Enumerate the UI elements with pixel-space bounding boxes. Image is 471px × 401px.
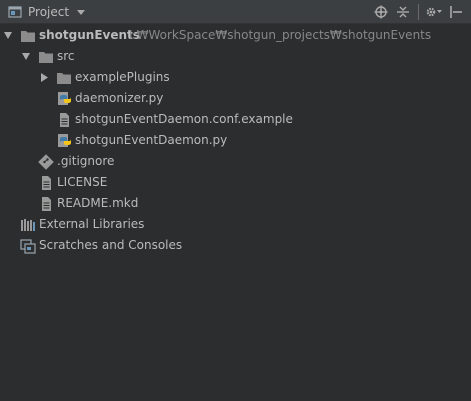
text-file-icon [42,176,51,190]
tree-row-conf-example[interactable]: shotgunEventDaemon.conf.example [0,109,471,130]
toolbar-separator [418,4,419,20]
expand-arrow-icon[interactable] [3,25,13,46]
toolbar-actions [368,3,465,21]
gitignore-icon [38,154,54,170]
project-toolbar: Project [0,0,471,24]
collapsed-arrow-icon[interactable] [39,67,49,88]
text-file-icon [42,197,51,211]
settings-gear-icon [426,7,442,17]
collapse-all-button[interactable] [394,3,412,21]
tree-row-scratches[interactable]: Scratches and Consoles [0,235,471,256]
python-file-icon [58,134,71,147]
collapse-all-icon [397,6,409,18]
project-view-icon [8,6,22,18]
project-tree: shotgunEvents I:₩WorkSpace₩shotgun_proje… [0,25,471,256]
project-view-selector[interactable]: Project [8,4,86,20]
tree-row-gitignore[interactable]: .gitignore [0,151,471,172]
python-file-icon [58,92,71,105]
tree-label: LICENSE [57,175,108,189]
tree-row-daemon-py[interactable]: shotgunEventDaemon.py [0,130,471,151]
tree-row-root[interactable]: shotgunEvents I:₩WorkSpace₩shotgun_proje… [0,25,471,46]
tree-label: examplePlugins [75,70,170,84]
tree-row-readme[interactable]: README.mkd [0,193,471,214]
dropdown-caret-icon[interactable] [77,9,86,15]
tree-label: src [57,49,75,63]
tree-label: External Libraries [39,217,145,231]
tree-label: daemonizer.py [75,91,164,105]
expand-arrow-icon[interactable] [21,46,31,67]
hide-panel-button[interactable] [447,3,465,21]
tree-label: Scratches and Consoles [39,238,183,252]
tree-label: shotgunEventDaemon.py [75,133,228,147]
folder-icon [21,31,35,42]
tree-row-external-libraries[interactable]: External Libraries [0,214,471,235]
text-file-icon [60,113,69,127]
tree-row-daemonizer[interactable]: daemonizer.py [0,88,471,109]
tree-label: shotgunEvents [39,28,140,42]
tree-label: README.mkd [57,196,139,210]
settings-button[interactable] [425,3,443,21]
locate-button[interactable] [372,3,390,21]
library-icon [21,219,35,231]
panel-title: Project [28,5,70,19]
project-path: I:₩WorkSpace₩shotgun_projects₩shotgunEve… [129,28,432,42]
tree-label: .gitignore [57,154,115,168]
scratches-icon [20,239,36,254]
tree-row-license[interactable]: LICENSE [0,172,471,193]
tree-row-src[interactable]: src [0,46,471,67]
tree-label: shotgunEventDaemon.conf.example [75,112,293,126]
locate-icon [374,5,388,19]
folder-icon [39,52,53,63]
hide-panel-icon [450,6,462,18]
folder-icon [57,73,71,84]
tree-row-example-plugins[interactable]: examplePlugins [0,67,471,88]
